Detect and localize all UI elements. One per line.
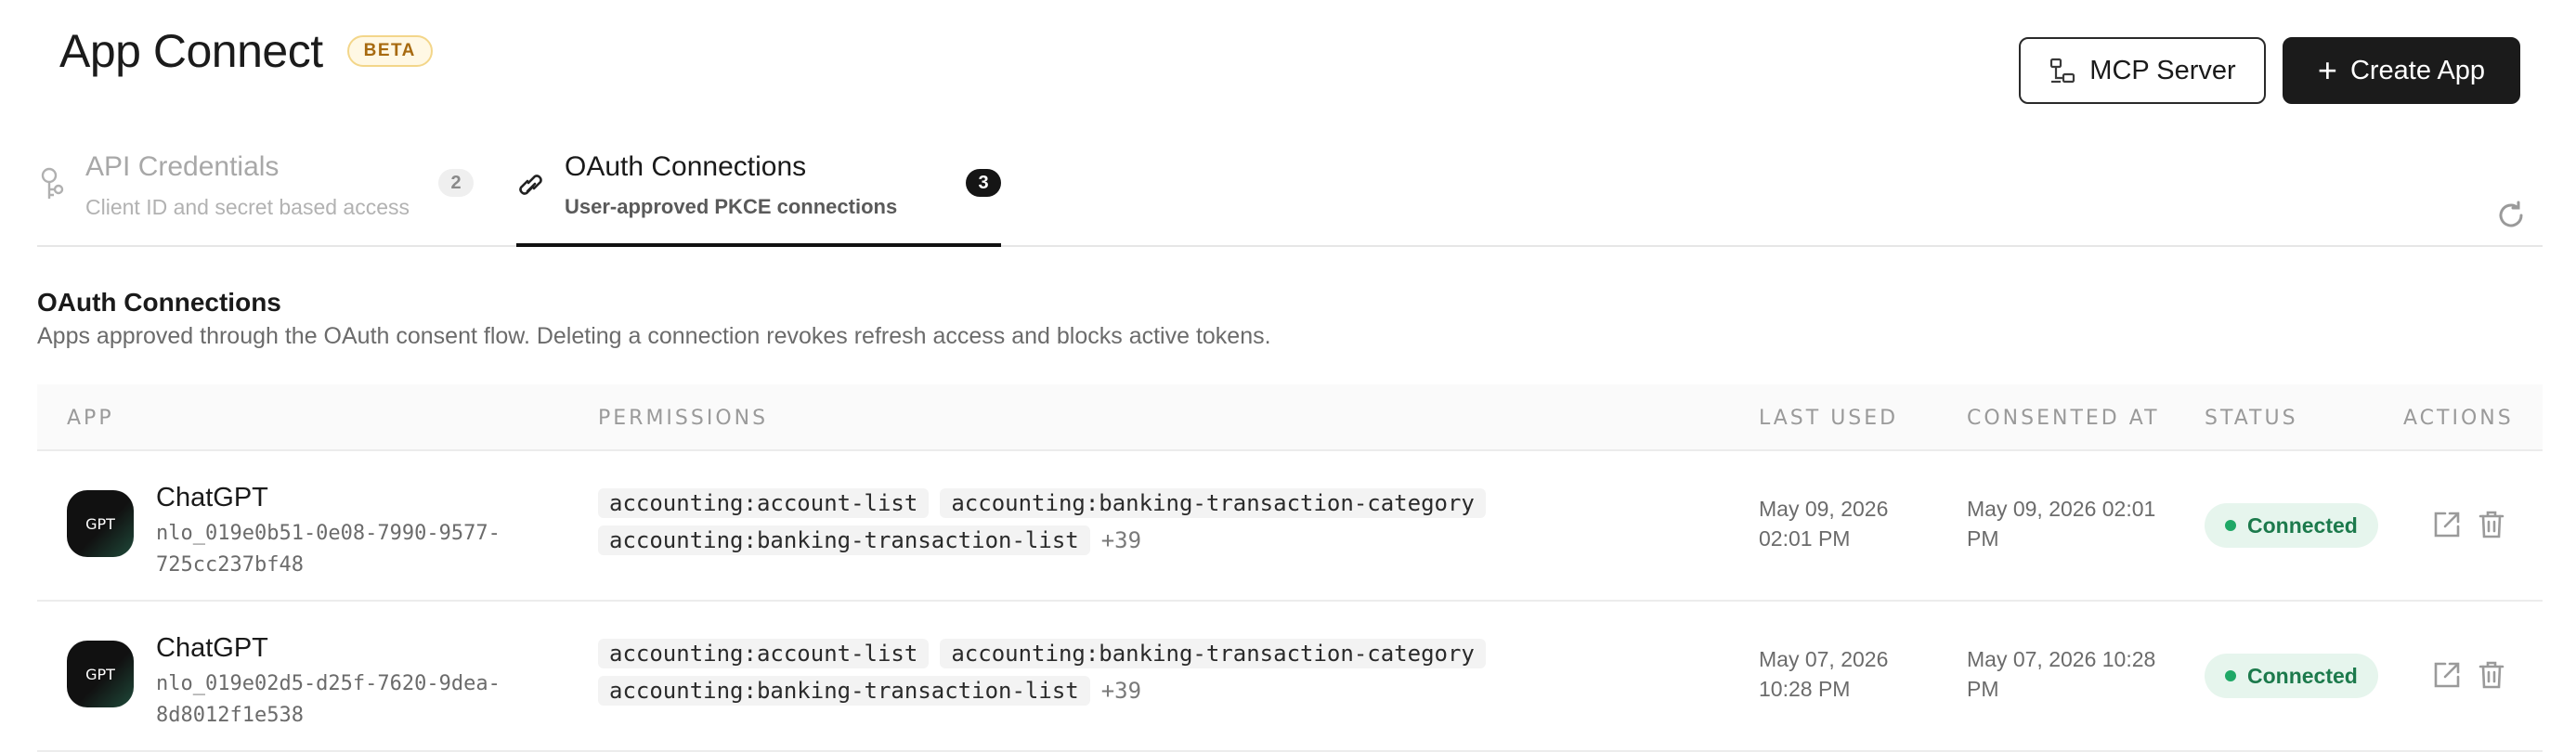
table-row: GPT ChatGPT nlo_019e0b51-0e08-7990-9577-… [37, 451, 2543, 602]
tab-api-title: API Credentials [85, 151, 280, 182]
tab-api-credentials[interactable]: API Credentials Client ID and secret bas… [37, 139, 474, 247]
table-row: GPT ChatGPT nlo_019e02d5-d25f-7620-9dea-… [37, 602, 2543, 752]
tab-oauth-subtitle: User-approved PKCE connections [565, 195, 898, 218]
permission-chip: accounting:account-list [598, 488, 930, 518]
page-title: App Connect [59, 25, 323, 77]
status-badge: Connected [2205, 654, 2378, 698]
delete-connection-button[interactable] [2476, 509, 2507, 545]
section-title: OAuth Connections [37, 288, 281, 317]
status-dot [2225, 520, 2236, 531]
column-permissions: PERMISSIONS [598, 407, 769, 430]
more-permissions[interactable]: +39 [1101, 527, 1141, 553]
status-label: Connected [2247, 663, 2358, 688]
permissions-line: accounting:banking-transaction-list +39 [598, 525, 1573, 555]
delete-connection-button[interactable] [2476, 659, 2507, 695]
mcp-server-button[interactable]: MCP Server [2019, 37, 2266, 104]
permissions-list: accounting:account-list accounting:banki… [598, 488, 1573, 563]
app-avatar: GPT [67, 490, 134, 557]
server-network-icon [2049, 57, 2076, 84]
permission-chip: accounting:banking-transaction-category [940, 488, 1486, 518]
tab-api-text: API Credentials Client ID and secret bas… [85, 149, 410, 220]
permission-chip: accounting:banking-transaction-category [940, 639, 1486, 668]
status-badge: Connected [2205, 503, 2378, 548]
app-avatar: GPT [67, 641, 134, 707]
create-app-label: Create App [2349, 55, 2486, 85]
tab-api-count: 2 [438, 169, 474, 197]
column-last-used: LAST USED [1759, 407, 1899, 430]
permissions-line: accounting:account-list accounting:banki… [598, 488, 1573, 518]
permissions-list: accounting:account-list accounting:banki… [598, 639, 1573, 713]
open-connection-button[interactable] [2431, 659, 2463, 695]
tab-oauth-title: OAuth Connections [565, 151, 807, 182]
table-header: APP PERMISSIONS LAST USED CONSENTED AT S… [37, 384, 2543, 451]
connections-table: APP PERMISSIONS LAST USED CONSENTED AT S… [37, 384, 2543, 752]
permission-chip: accounting:banking-transaction-list [598, 525, 1090, 555]
key-icon [37, 165, 67, 207]
header-actions: MCP Server + Create App [2019, 37, 2520, 104]
column-actions: ACTIONS [2403, 407, 2514, 430]
beta-badge: BETA [346, 35, 433, 67]
app-name: ChatGPT [156, 483, 268, 512]
mcp-server-label: MCP Server [2089, 55, 2236, 85]
column-app: APP [67, 407, 114, 430]
section-description: Apps approved through the OAuth consent … [37, 323, 1271, 349]
tab-bar: API Credentials Client ID and secret bas… [37, 139, 2543, 247]
connection-id: nlo_019e02d5-d25f-7620-9dea-8d8012f1e538 [156, 672, 501, 727]
open-connection-button[interactable] [2431, 509, 2463, 545]
status-label: Connected [2247, 512, 2358, 538]
create-app-button[interactable]: + Create App [2283, 37, 2520, 104]
refresh-button[interactable] [2494, 199, 2528, 235]
tab-api-subtitle: Client ID and secret based access [85, 195, 410, 219]
permissions-line: accounting:account-list accounting:banki… [598, 639, 1573, 668]
consented-at: May 09, 2026 02:01 PM [1967, 497, 2156, 551]
permission-chip: accounting:banking-transaction-list [598, 676, 1090, 706]
status-dot [2225, 670, 2236, 681]
trash-icon [2476, 509, 2507, 545]
tab-oauth-connections[interactable]: OAuth Connections User-approved PKCE con… [516, 139, 1001, 247]
trash-icon [2476, 659, 2507, 695]
last-used: May 07, 2026 10:28 PM [1759, 647, 1889, 701]
app-name: ChatGPT [156, 633, 268, 663]
page-header: App Connect BETA [59, 24, 433, 78]
permission-chip: accounting:account-list [598, 639, 930, 668]
connection-id: nlo_019e0b51-0e08-7990-9577-725cc237bf48 [156, 522, 501, 577]
link-icon [516, 165, 546, 207]
column-consented-at: CONSENTED AT [1967, 407, 2160, 430]
last-used: May 09, 2026 02:01 PM [1759, 497, 1889, 551]
tab-oauth-count: 3 [966, 169, 1001, 197]
refresh-icon [2494, 201, 2528, 235]
external-link-icon [2431, 509, 2463, 545]
external-link-icon [2431, 659, 2463, 695]
consented-at: May 07, 2026 10:28 PM [1967, 647, 2156, 701]
permissions-line: accounting:banking-transaction-list +39 [598, 676, 1573, 706]
tab-oauth-text: OAuth Connections User-approved PKCE con… [565, 149, 897, 219]
plus-icon: + [2317, 51, 2337, 89]
column-status: STATUS [2205, 407, 2298, 430]
more-permissions[interactable]: +39 [1101, 678, 1141, 704]
